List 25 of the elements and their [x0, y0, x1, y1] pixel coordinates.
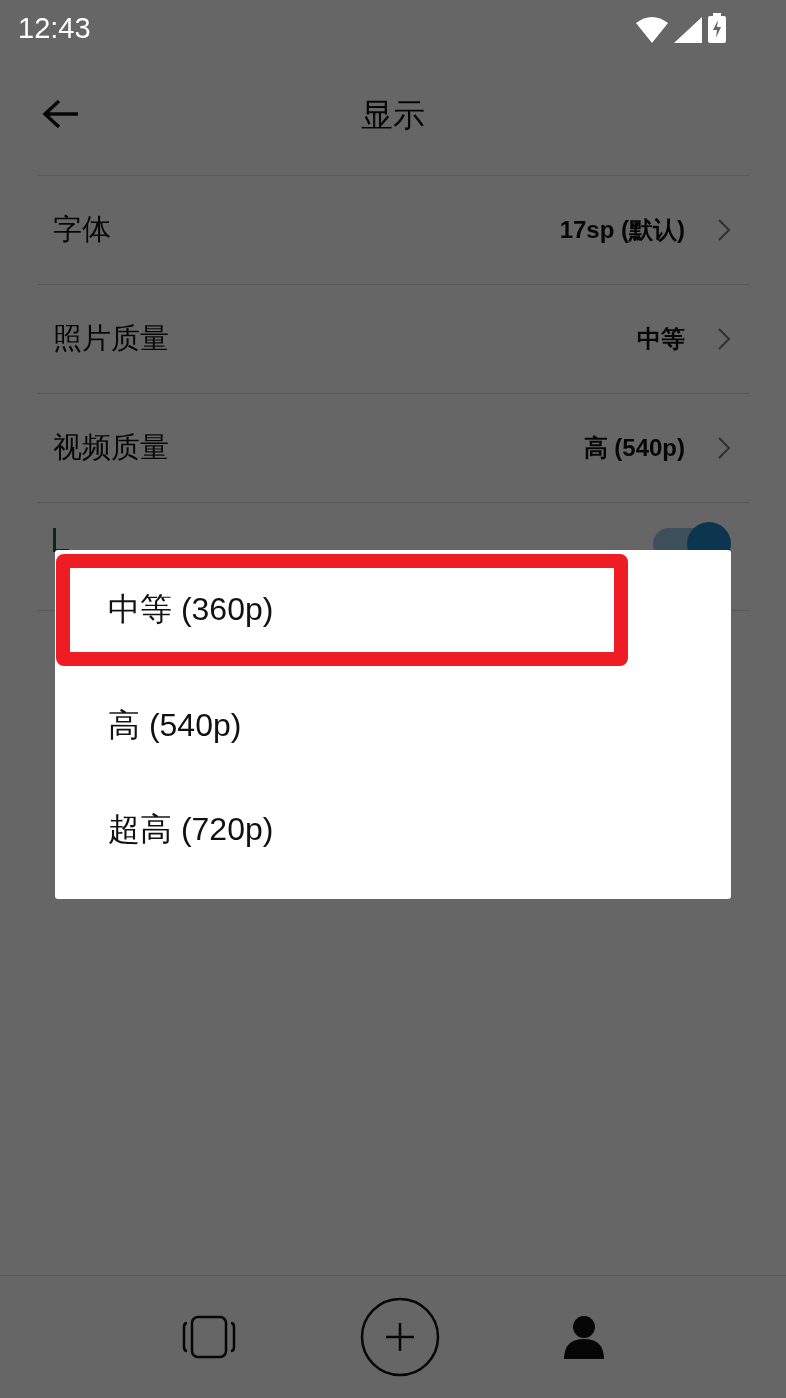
dialog-option[interactable]: 超高 (720p)	[55, 778, 626, 882]
setting-label: 照片质量	[53, 321, 170, 356]
chevron-right-icon	[717, 218, 731, 242]
setting-label: 字体	[53, 212, 112, 247]
cards-icon[interactable]	[182, 1315, 236, 1359]
setting-value: 中等	[637, 324, 685, 354]
setting-label: 视频质量	[53, 430, 170, 465]
status-time: 12:43	[18, 11, 91, 45]
person-icon[interactable]	[564, 1315, 604, 1359]
chevron-right-icon	[717, 436, 731, 460]
wifi-icon	[636, 17, 668, 43]
setting-value: 17sp (默认)	[559, 215, 685, 245]
dialog-option[interactable]: 中等 (360p)	[56, 554, 628, 666]
battery-charging-icon	[708, 13, 726, 43]
add-icon[interactable]	[360, 1297, 440, 1377]
settings-row[interactable]: 字体 17sp (默认)	[37, 176, 749, 285]
chart-icon	[53, 528, 69, 552]
settings-row[interactable]: 视频质量 高 (540p)	[37, 394, 749, 503]
chevron-right-icon	[717, 327, 731, 351]
setting-value: 高 (540p)	[583, 433, 685, 463]
page-title: 显示	[361, 95, 425, 135]
dialog-option[interactable]: 高 (540p)	[55, 674, 626, 778]
settings-row[interactable]: 照片质量 中等	[37, 285, 749, 394]
back-arrow-icon[interactable]	[42, 98, 80, 130]
signal-icon	[674, 17, 702, 43]
